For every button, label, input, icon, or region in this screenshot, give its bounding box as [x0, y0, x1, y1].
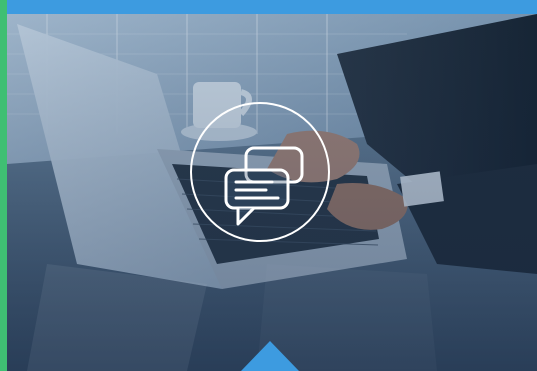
chat-badge	[190, 102, 330, 242]
bottom-pointer-arrow	[241, 341, 299, 371]
feature-card	[0, 0, 537, 371]
chat-bubbles-icon	[224, 146, 304, 226]
left-accent-bar	[0, 0, 7, 371]
top-accent-bar	[0, 0, 537, 14]
